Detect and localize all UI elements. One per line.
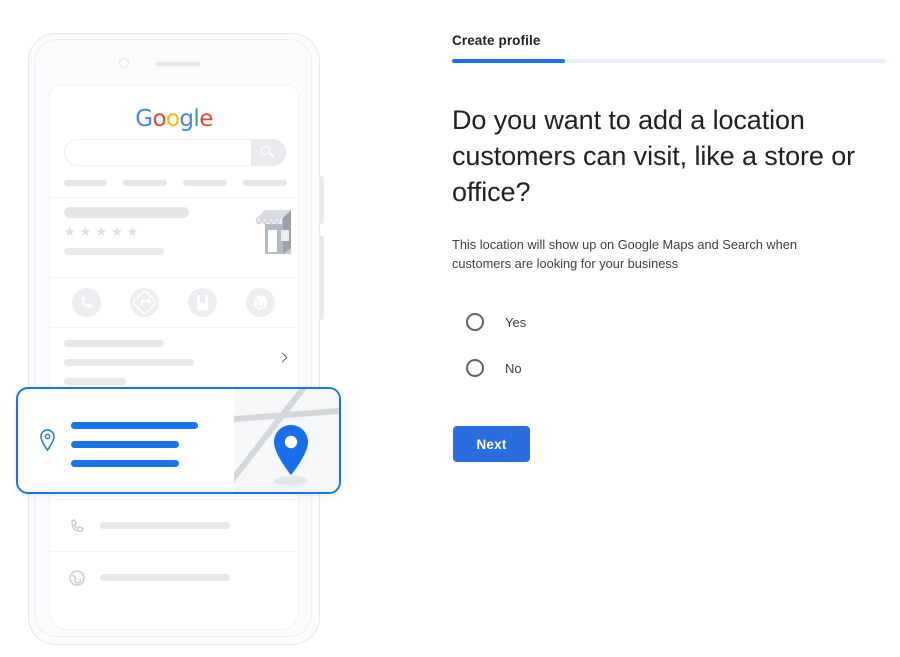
save-bookmark-icon[interactable] [188, 288, 217, 317]
logo-letter-o1: o [152, 106, 166, 132]
storefront-illustration [255, 210, 291, 254]
radio-option-yes[interactable]: Yes [452, 303, 888, 341]
business-category-placeholder [64, 248, 164, 255]
phone-camera-icon [119, 58, 129, 68]
phone-icon [71, 519, 84, 532]
location-line-placeholder [71, 460, 179, 467]
location-pin-icon [40, 429, 55, 451]
next-button[interactable]: Next [453, 426, 530, 462]
action-icons-row [50, 278, 298, 328]
location-line-placeholder [71, 422, 198, 429]
radio-label-yes: Yes [505, 314, 527, 330]
search-icon [261, 146, 270, 155]
nav-pill-placeholder [243, 180, 287, 186]
star-icon: ★ [126, 225, 139, 240]
phone-preview-mockup: Google ★ ★ ★ ★ ★ [28, 33, 328, 647]
logo-letter-g2: g [179, 106, 194, 132]
nav-pill-placeholder [64, 180, 107, 186]
star-rating: ★ ★ ★ ★ ★ [64, 226, 138, 239]
star-icon: ★ [110, 225, 123, 240]
page-title: Do you want to add a location customers … [452, 105, 856, 207]
location-line-placeholder [71, 441, 179, 448]
business-summary-block: ★ ★ ★ ★ ★ [50, 198, 298, 278]
website-globe-icon[interactable] [246, 288, 275, 317]
list-item[interactable] [50, 500, 298, 552]
screen-root: Google ★ ★ ★ ★ ★ Create profile Do you w… [0, 0, 900, 657]
location-highlight-card[interactable] [16, 387, 341, 494]
search-input[interactable] [64, 139, 286, 166]
detail-line-placeholder [64, 359, 194, 366]
list-item[interactable] [50, 552, 298, 604]
phone-volume-button [319, 176, 324, 224]
business-name-placeholder [64, 207, 189, 218]
radio-option-no[interactable]: No [452, 349, 888, 387]
list-item-placeholder [100, 574, 230, 581]
phone-power-button [319, 236, 324, 320]
call-icon[interactable] [72, 288, 101, 317]
radio-circle-icon[interactable] [466, 359, 484, 377]
star-icon: ★ [64, 225, 76, 240]
nav-pill-placeholder [183, 180, 227, 186]
location-card-text-lines [71, 422, 198, 479]
star-icon: ★ [79, 225, 92, 240]
logo-letter-e: e [199, 106, 213, 132]
list-item-placeholder [100, 522, 230, 529]
google-logo: Google [50, 106, 298, 132]
nav-pills [64, 180, 298, 186]
logo-letter-o2: o [165, 106, 180, 132]
radio-circle-icon[interactable] [466, 313, 484, 331]
detail-line-placeholder [64, 340, 164, 347]
nav-pill-placeholder [123, 180, 167, 186]
phone-speaker-icon [155, 62, 201, 66]
step-label: Create profile [452, 33, 541, 48]
chevron-right-icon[interactable] [277, 352, 288, 363]
create-profile-form: Create profile Do you want to add a loca… [452, 33, 888, 462]
search-button[interactable] [251, 139, 286, 166]
page-description: This location will show up on Google Map… [452, 237, 797, 271]
progress-bar-fill [452, 59, 565, 63]
location-choice-radio-group: Yes No [452, 303, 888, 387]
directions-icon[interactable] [130, 288, 159, 317]
phone-screen: Google ★ ★ ★ ★ ★ [49, 85, 299, 630]
star-icon: ★ [95, 225, 107, 240]
radio-label-no: No [505, 360, 522, 376]
logo-letter-g1: G [135, 106, 153, 132]
detail-line-placeholder [64, 378, 126, 385]
progress-bar [452, 59, 886, 63]
globe-icon [69, 570, 85, 586]
map-thumbnail[interactable] [234, 389, 339, 492]
business-detail-block[interactable] [50, 328, 298, 396]
